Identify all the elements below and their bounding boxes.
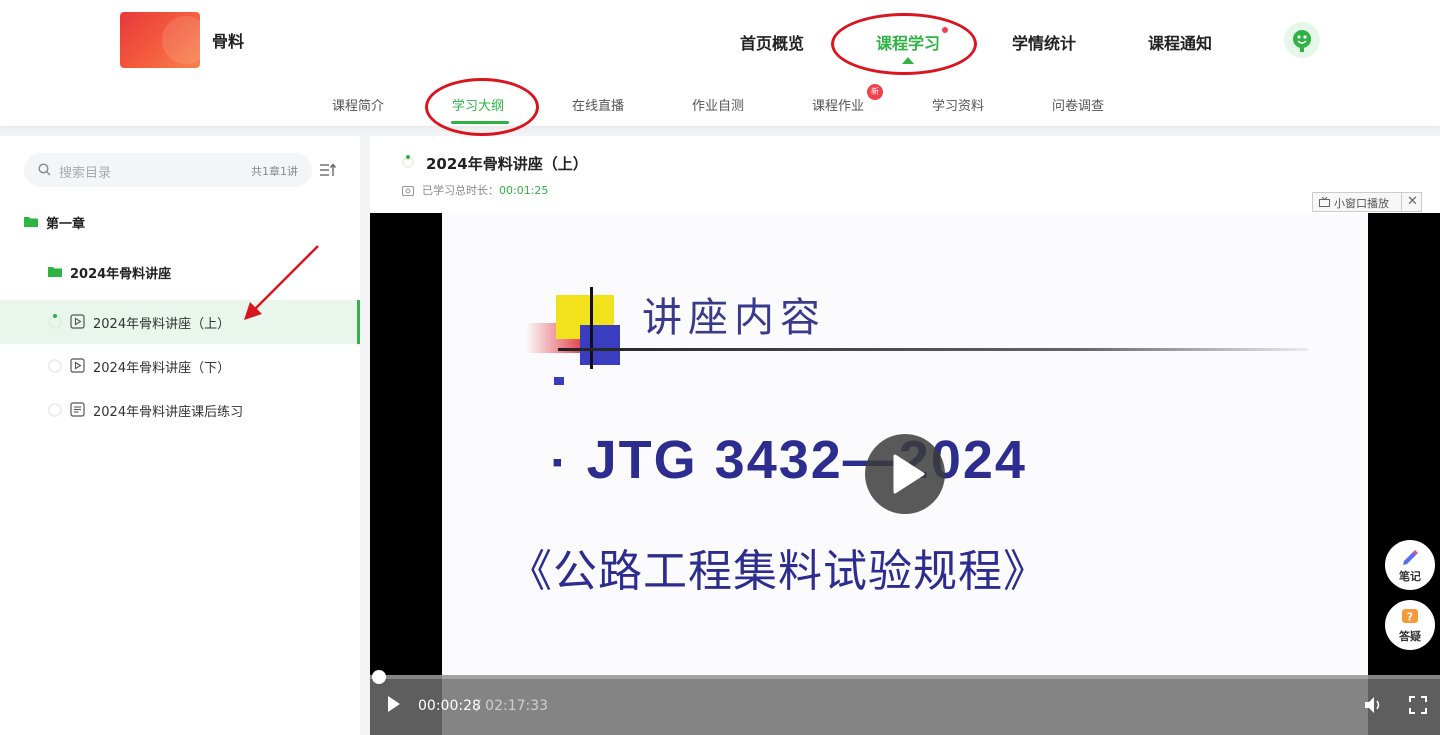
qa-label: 答疑 (1399, 630, 1421, 643)
document-icon (70, 402, 85, 417)
tab-materials[interactable]: 学习资料 (932, 95, 984, 114)
play-icon[interactable] (387, 695, 401, 713)
play-icon (893, 454, 925, 494)
study-time-label: 已学习总时长： (422, 184, 499, 197)
slide-decoration (590, 287, 593, 369)
nav-course-study[interactable]: 课程学习 (876, 30, 940, 54)
current-time: 00:00:28 (418, 698, 481, 714)
slide-decoration (558, 348, 1308, 351)
nav-notices[interactable]: 课程通知 (1148, 30, 1212, 54)
close-icon[interactable]: ✕ (1407, 194, 1418, 209)
slide-decoration (554, 377, 564, 385)
nav-overview[interactable]: 首页概览 (740, 30, 804, 54)
slide-decoration (580, 325, 620, 365)
tab-course-intro[interactable]: 课程简介 (332, 95, 384, 114)
lesson-label: 2024年骨料讲座（上） (93, 317, 231, 332)
sort-icon[interactable] (320, 163, 336, 177)
annotation-arrow (244, 245, 319, 320)
tab-homework[interactable]: 课程作业 (812, 95, 864, 114)
progress-ring-icon (48, 314, 62, 329)
lesson-label: 2024年骨料讲座课后练习 (93, 405, 244, 420)
new-badge: 新 (867, 84, 883, 100)
course-logo[interactable] (120, 12, 200, 68)
fullscreen-icon[interactable] (1409, 696, 1427, 714)
slide-heading: 讲座内容 (642, 295, 826, 341)
video-icon (70, 358, 85, 373)
lesson-label: 2024年骨料讲座（下） (93, 361, 231, 376)
tab-survey[interactable]: 问卷调查 (1052, 95, 1104, 114)
slide-subtitle: 《公路工程集料试验规程》 (508, 546, 1048, 597)
nav-statistics[interactable]: 学情统计 (1012, 30, 1076, 54)
search-icon (38, 163, 51, 176)
tab-live[interactable]: 在线直播 (572, 95, 624, 114)
divider (1401, 193, 1402, 211)
question-icon: ? (1402, 609, 1418, 624)
notes-label: 笔记 (1399, 570, 1421, 583)
search-placeholder: 搜索目录 (59, 166, 112, 181)
study-time-value: 00:01:25 (499, 184, 549, 197)
pencil-icon (1403, 550, 1418, 565)
catalog-count: 共1章1讲 (251, 165, 298, 178)
progress-ring-icon (48, 403, 62, 417)
volume-icon[interactable] (1364, 696, 1384, 714)
video-player[interactable]: 讲座内容 ▪ JTG 3432—2024 《公路工程集料试验规程》 00:00:2… (370, 213, 1440, 735)
tab-active-underline (451, 121, 509, 124)
header: 骨料 首页概览 课程学习 学情统计 课程通知 课程简介 学习大纲 在线直播 作业… (0, 0, 1440, 126)
video-controls: 00:00:28 / 02:17:33 (370, 670, 1440, 735)
study-time: 已学习总时长：00:01:25 (402, 182, 548, 198)
course-name: 骨料 (212, 32, 245, 51)
progress-bar[interactable] (370, 670, 1440, 684)
tv-icon (1319, 197, 1330, 207)
catalog-search-input[interactable]: 搜索目录 共1章1讲 (24, 153, 312, 187)
progress-ring-icon (402, 155, 414, 168)
total-time: / 02:17:33 (476, 698, 549, 714)
progress-knob[interactable] (371, 670, 386, 684)
qa-button[interactable]: ? 答疑 (1385, 600, 1435, 650)
slide-bullet: ▪ (552, 446, 565, 479)
sidebar: 搜索目录 共1章1讲 第一章 2024年骨料讲座 2024年骨料讲座（上） 20… (0, 136, 360, 735)
mini-player-button[interactable]: 小窗口播放 ✕ (1312, 192, 1422, 212)
lesson-item[interactable]: 2024年骨料讲座（下） (0, 344, 360, 388)
folder-open-icon (48, 267, 62, 277)
folder-open-icon (24, 217, 38, 227)
video-icon (70, 314, 85, 329)
avatar[interactable] (1284, 22, 1320, 58)
svg-text:?: ? (1407, 611, 1413, 624)
chapter-label: 第一章 (46, 217, 86, 232)
nav-notification-dot (942, 27, 948, 33)
section-label: 2024年骨料讲座 (70, 267, 172, 282)
lesson-title: 2024年骨料讲座（上） (426, 155, 588, 173)
avatar-face-icon (1293, 30, 1311, 52)
clock-card-icon (402, 186, 414, 196)
lesson-item[interactable]: 2024年骨料讲座课后练习 (0, 388, 360, 432)
notes-button[interactable]: 笔记 (1385, 540, 1435, 590)
slide-code: ▪ JTG 3432—2024 (552, 429, 1027, 491)
progress-ring-icon (48, 359, 62, 373)
mini-player-label: 小窗口播放 (1334, 197, 1389, 210)
tab-self-test[interactable]: 作业自测 (692, 95, 744, 114)
slide-code-text: JTG 3432—2024 (586, 430, 1027, 490)
nav-active-caret (902, 57, 914, 64)
tab-study-outline[interactable]: 学习大纲 (452, 95, 504, 114)
big-play-button[interactable] (865, 434, 945, 514)
